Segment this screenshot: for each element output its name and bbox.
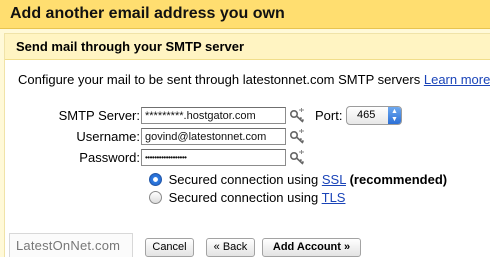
intro-description: Configure your mail to be sent through l… [18, 72, 421, 87]
port-label: Port: [315, 108, 343, 123]
intro-text: Configure your mail to be sent through l… [18, 72, 490, 87]
smtp-panel: Send mail through your SMTP server Confi… [4, 33, 490, 257]
ssl-radio[interactable] [149, 173, 162, 186]
dialog-title-bar: Add another email address you own [0, 0, 490, 29]
username-label: Username: [76, 129, 140, 144]
ssl-recommended-note: (recommended) [349, 172, 448, 187]
smtp-server-input[interactable]: *********.hostgator.com [141, 107, 286, 124]
username-input[interactable]: govind@latestonnet.com [141, 128, 286, 145]
password-label: Password: [79, 150, 140, 165]
back-button[interactable]: « Back [206, 238, 255, 257]
tls-radio[interactable] [149, 191, 162, 204]
section-heading: Send mail through your SMTP server [16, 39, 245, 54]
section-header: Send mail through your SMTP server [5, 34, 490, 60]
tls-link[interactable]: TLS [322, 190, 346, 205]
key-autofill-icon[interactable] [289, 150, 306, 167]
tls-option-text: Secured connection using [168, 190, 319, 205]
site-watermark: LatestOnNet.com [9, 233, 133, 257]
learn-more-link[interactable]: Learn more [424, 72, 490, 87]
dialog-body: Send mail through your SMTP server Confi… [0, 29, 490, 257]
cancel-button[interactable]: Cancel [145, 238, 194, 257]
add-account-button[interactable]: Add Account » [262, 238, 361, 257]
dialog-title: Add another email address you own [10, 5, 285, 22]
port-select[interactable]: 465 ▲ ▼ [346, 106, 402, 125]
key-autofill-icon[interactable] [289, 129, 306, 146]
ssl-link[interactable]: SSL [322, 172, 346, 187]
key-autofill-icon[interactable] [289, 108, 306, 125]
tls-option[interactable]: Secured connection using TLS [149, 190, 345, 205]
ssl-option[interactable]: Secured connection using SSL (recommende… [149, 172, 447, 187]
ssl-option-text: Secured connection using [168, 172, 319, 187]
password-input[interactable]: •••••••••••••••••• [141, 149, 286, 166]
port-value: 465 [357, 109, 376, 121]
smtp-server-label: SMTP Server: [58, 108, 140, 123]
select-arrows-icon: ▲ ▼ [388, 107, 401, 124]
